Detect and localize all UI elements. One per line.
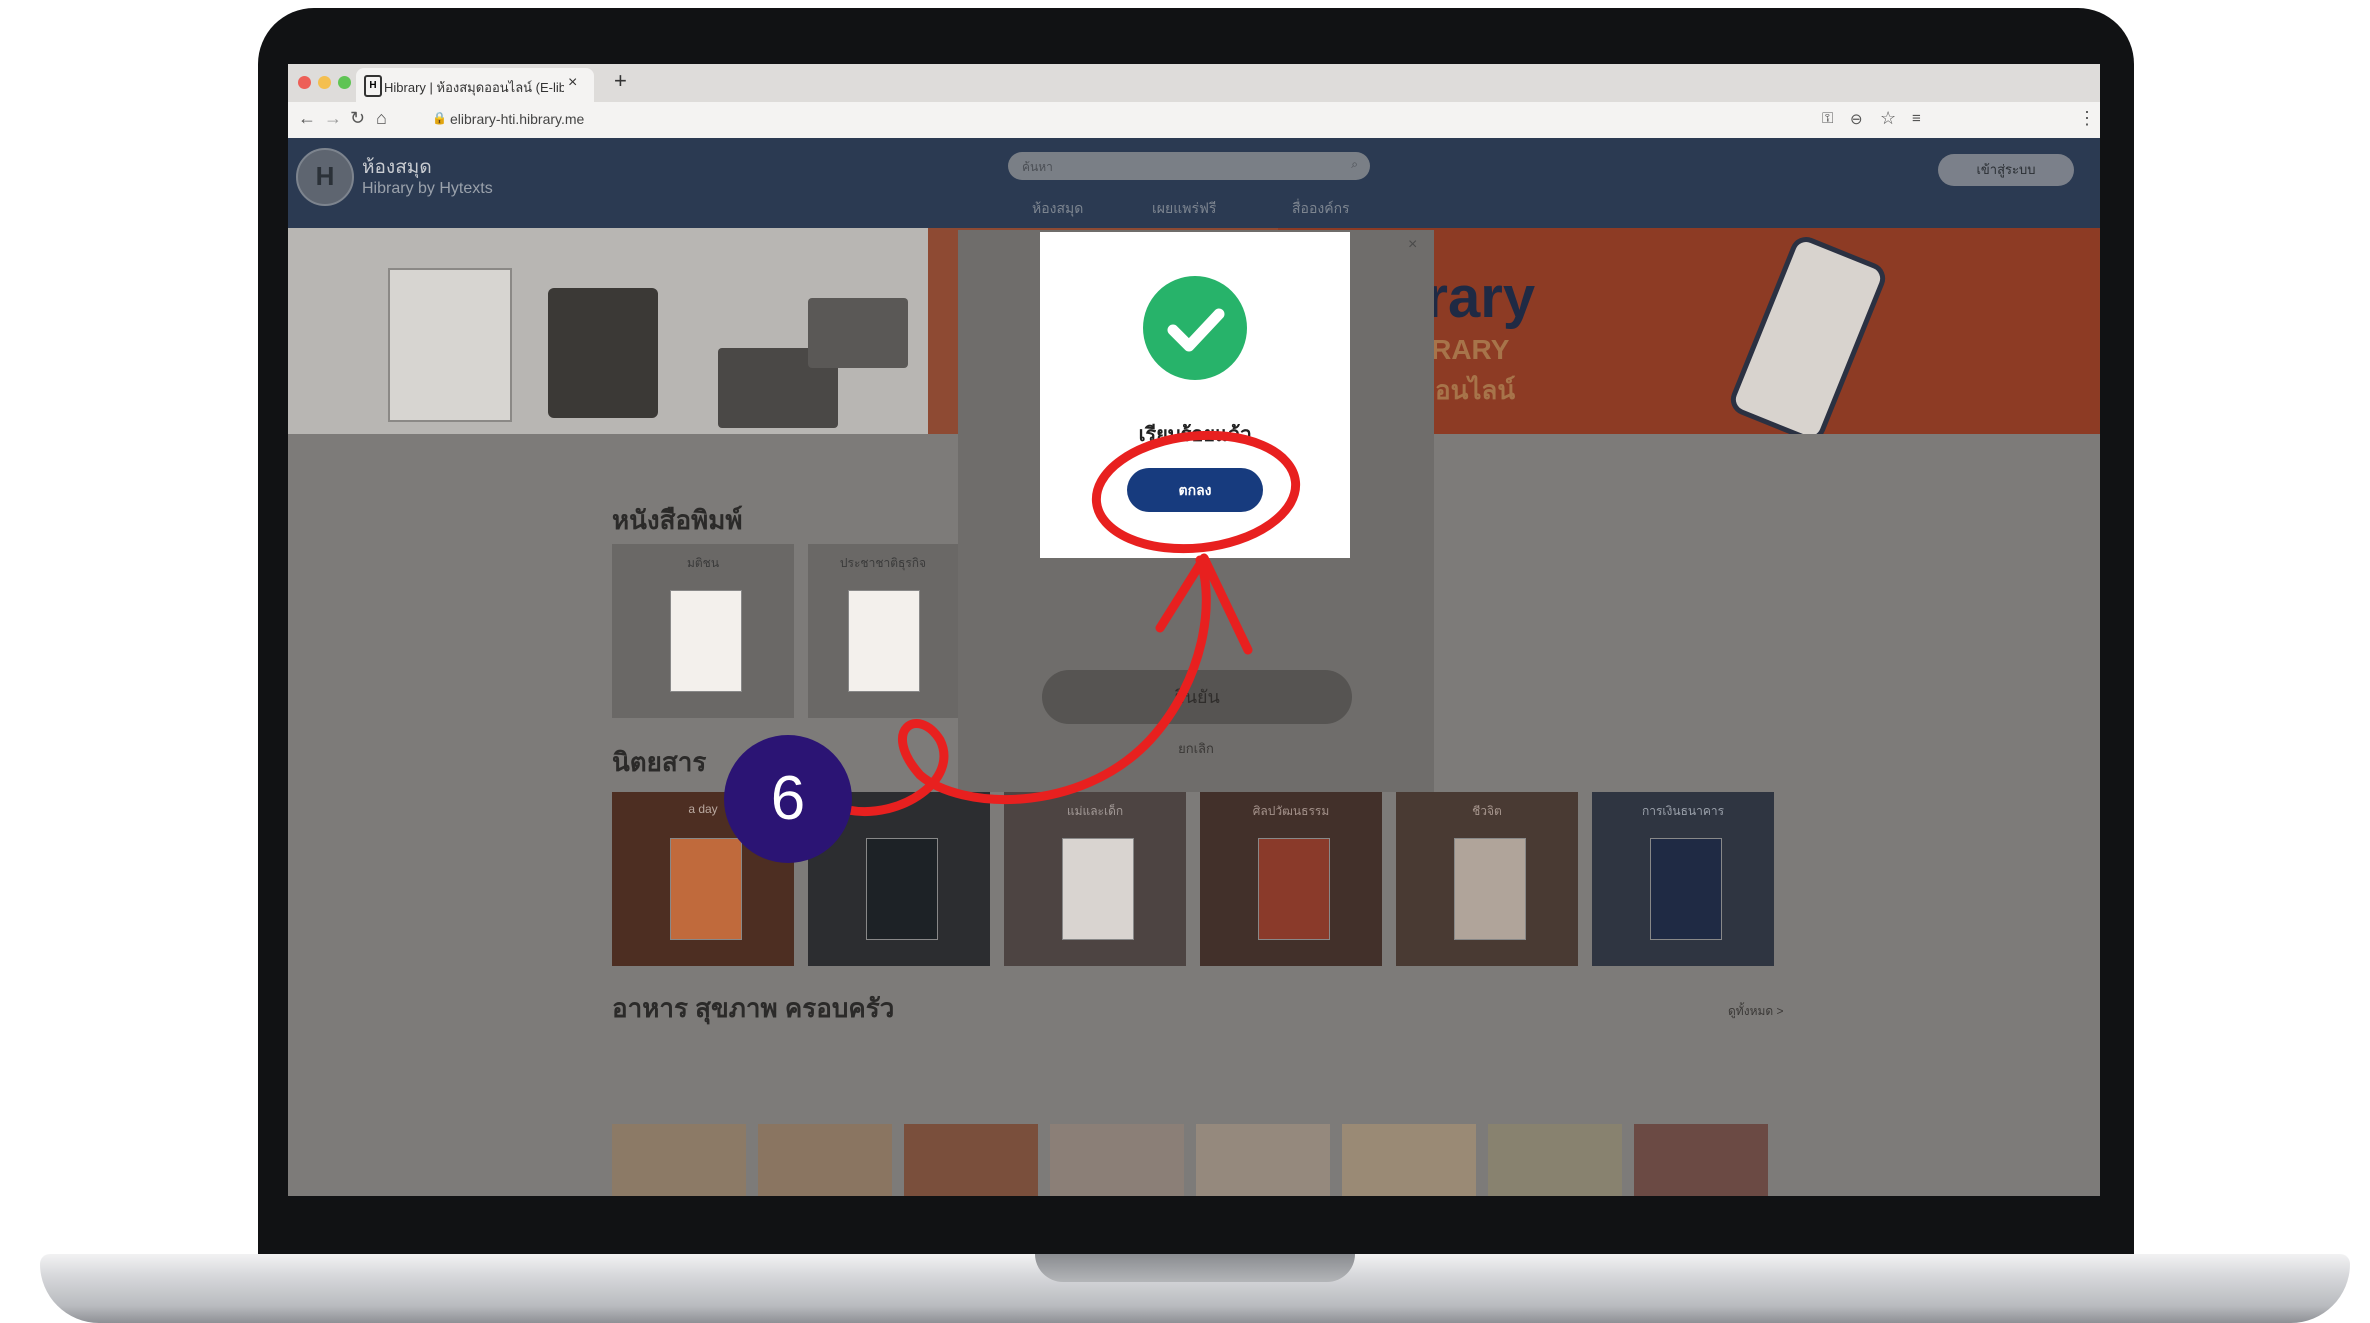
site-name: ห้องสมุด <box>362 157 432 178</box>
close-window-dot[interactable] <box>298 76 311 89</box>
book-cover[interactable] <box>612 1124 746 1196</box>
see-all-link[interactable]: ดูทั้งหมด > <box>1728 1002 1784 1021</box>
card-label: ชีวจิต <box>1472 804 1502 818</box>
nav-free-publish[interactable]: เผยแพร่ฟรี <box>1152 198 1216 220</box>
browser-screen: H Hibrary | ห้องสมุดออนไลน์ (E-lib × + ←… <box>288 64 2100 1196</box>
section-title-food: อาหาร สุขภาพ ครอบครัว <box>612 993 895 1023</box>
search-placeholder: ค้นหา <box>1022 160 1053 174</box>
card-label: แม่และเด็ก <box>1066 804 1124 818</box>
success-dialog: เรียบร้อยแล้ว ตกลง <box>1040 232 1350 558</box>
forward-arrow-icon[interactable]: → <box>324 108 342 129</box>
nav-library[interactable]: ห้องสมุด <box>1032 198 1083 220</box>
book-cover[interactable] <box>1342 1124 1476 1196</box>
tab-title: Hibrary | ห้องสมุดออนไลน์ (E-lib <box>384 80 564 95</box>
search-icon[interactable]: ⌕ <box>1351 157 1358 172</box>
laptop-notch <box>1035 1254 1355 1282</box>
key-icon[interactable]: ⚿ <box>1822 110 1833 127</box>
site-header: H ห้องสมุด Hibrary by Hytexts ค้นหา ⌕ ห้… <box>288 138 2100 228</box>
lock-icon: 🔒 <box>432 111 447 125</box>
book-cover[interactable] <box>758 1124 892 1196</box>
back-arrow-icon[interactable]: ← <box>298 108 316 129</box>
card-label: มติชน <box>686 556 720 570</box>
magazine-cover <box>1062 838 1134 940</box>
magazine-card[interactable]: การเงินธนาคาร <box>1592 792 1774 966</box>
minimize-window-dot[interactable] <box>318 76 331 89</box>
card-label: ศิลปวัฒนธรรม <box>1252 804 1330 818</box>
card-label: ประชาชาติธุรกิจ <box>839 556 927 570</box>
browser-toolbar: ← → ↻ ⌂ 🔒 elibrary-hti.hibrary.me ⚿ ⊖ ☆ … <box>288 102 2100 139</box>
maximize-window-dot[interactable] <box>338 76 351 89</box>
newspaper-card[interactable]: มติชน <box>612 544 794 718</box>
newspaper-card[interactable]: ประชาชาติธุรกิจ <box>808 544 958 718</box>
magazine-cover <box>1650 838 1722 940</box>
site-subtitle: Hibrary by Hytexts <box>362 180 493 197</box>
hibrary-logo[interactable]: H <box>296 148 354 206</box>
cancel-link[interactable]: ยกเลิก <box>958 738 1434 759</box>
magazine-cover <box>670 838 742 940</box>
book-cover[interactable] <box>1050 1124 1184 1196</box>
confirm-login-button[interactable]: ยืนยัน <box>1042 670 1352 724</box>
promo-banner-devices[interactable] <box>288 228 928 434</box>
ok-button[interactable]: ตกลง <box>1127 468 1263 512</box>
tab-close-icon[interactable]: × <box>568 74 577 92</box>
tab-strip: H Hibrary | ห้องสมุดออนไลน์ (E-lib × + <box>288 64 2100 102</box>
book-cover[interactable] <box>904 1124 1038 1196</box>
close-icon[interactable]: × <box>1408 236 1417 254</box>
nav-corporate-media[interactable]: สื่อองค์กร <box>1292 198 1350 220</box>
zoom-icon[interactable]: ⊖ <box>1850 110 1863 128</box>
success-message: เรียบร้อยแล้ว <box>1138 424 1252 446</box>
magazine-cover <box>1258 838 1330 940</box>
login-button[interactable]: เข้าสู่ระบบ <box>1938 154 2074 186</box>
reading-list-icon[interactable]: ≡ <box>1912 110 1921 127</box>
search-input[interactable]: ค้นหา ⌕ <box>1008 152 1370 180</box>
newspaper-cover <box>670 590 742 692</box>
magazine-cover <box>1454 838 1526 940</box>
reload-icon[interactable]: ↻ <box>350 108 365 129</box>
book-cover[interactable] <box>1634 1124 1768 1196</box>
magazine-card[interactable]: ชีวจิต <box>1396 792 1578 966</box>
section-title-newspapers: หนังสือพิมพ์ <box>612 505 743 535</box>
book-cover[interactable] <box>1196 1124 1330 1196</box>
magazine-card[interactable]: แม่และเด็ก <box>1004 792 1186 966</box>
bookmark-star-icon[interactable]: ☆ <box>1880 108 1896 129</box>
newspaper-cover <box>848 590 920 692</box>
url-text: elibrary-hti.hibrary.me <box>450 111 585 127</box>
browser-tab[interactable]: H Hibrary | ห้องสมุดออนไลน์ (E-lib × <box>356 68 594 102</box>
section-title-magazines: นิตยสาร <box>612 747 707 777</box>
address-bar[interactable]: 🔒 elibrary-hti.hibrary.me <box>428 106 1878 134</box>
magazine-cover <box>866 838 938 940</box>
success-check-icon <box>1143 276 1247 380</box>
book-cover[interactable] <box>1488 1124 1622 1196</box>
menu-kebab-icon[interactable]: ⋮ <box>2078 108 2096 129</box>
new-tab-button[interactable]: + <box>614 68 627 94</box>
hibrary-favicon-icon: H <box>364 75 382 97</box>
card-label: การเงินธนาคาร <box>1641 804 1725 818</box>
step-number-badge: 6 <box>724 735 852 863</box>
home-icon[interactable]: ⌂ <box>376 108 387 129</box>
magazine-card[interactable]: ศิลปวัฒนธรรม <box>1200 792 1382 966</box>
